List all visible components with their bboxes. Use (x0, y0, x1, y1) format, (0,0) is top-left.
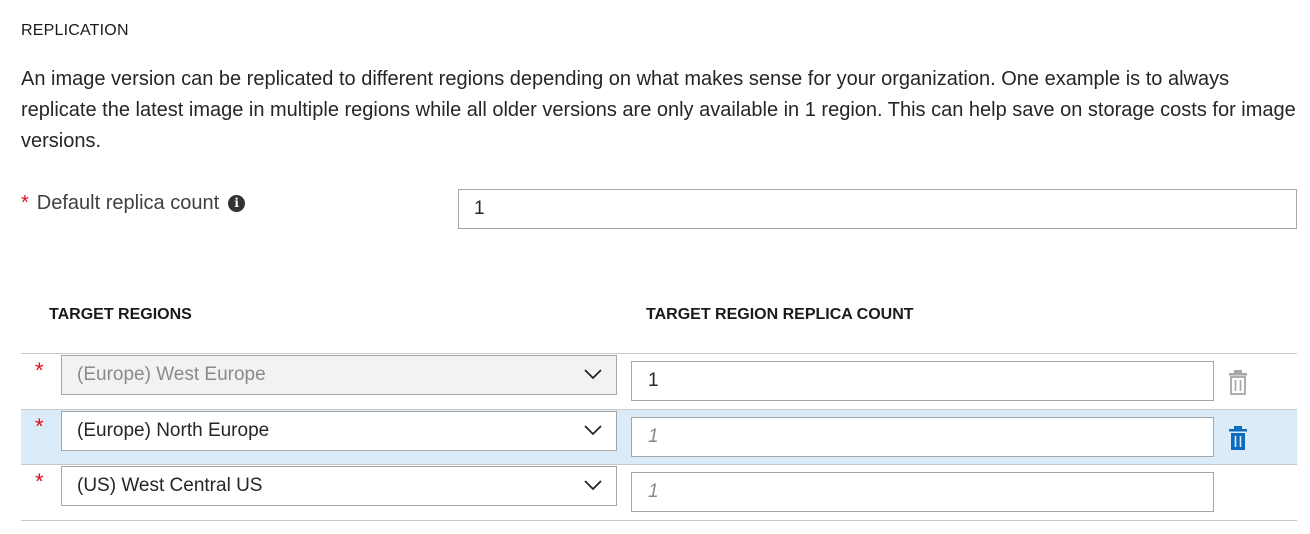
replica-count-input[interactable]: 1 (631, 417, 1214, 457)
region-select-value: (Europe) North Europe (77, 420, 270, 441)
region-select-value: (Europe) West Europe (77, 364, 266, 385)
required-marker: * (21, 192, 29, 214)
replica-count-value: 1 (648, 370, 659, 391)
required-marker: * (35, 358, 44, 383)
table-row: * (Europe) West Europe 1 (21, 353, 1297, 409)
default-replica-input[interactable] (458, 189, 1297, 229)
replica-count-placeholder: 1 (648, 426, 659, 447)
required-marker: * (35, 414, 44, 439)
trash-icon[interactable] (1228, 369, 1248, 395)
region-select-value: (US) West Central US (77, 475, 263, 496)
target-region-replica-count-header: TARGET REGION REPLICA COUNT (646, 306, 914, 323)
required-marker: * (35, 469, 44, 494)
region-select[interactable]: (Europe) North Europe (61, 411, 617, 451)
region-select[interactable]: (US) West Central US (61, 466, 617, 506)
region-select[interactable]: (Europe) West Europe (61, 355, 617, 395)
replica-count-input[interactable]: 1 (631, 472, 1214, 512)
replica-count-placeholder: 1 (648, 481, 659, 502)
target-regions-header: TARGET REGIONS (49, 306, 192, 323)
replica-count-input[interactable]: 1 (631, 361, 1214, 401)
default-replica-label: * Default replica count i (21, 192, 246, 215)
trash-icon[interactable] (1228, 425, 1248, 451)
section-description: An image version can be replicated to di… (21, 68, 1296, 152)
table-row: * (US) West Central US 1 (21, 465, 1297, 521)
chevron-down-icon (584, 480, 602, 491)
info-icon[interactable]: i (228, 195, 246, 212)
chevron-down-icon (584, 425, 602, 436)
table-row: * (Europe) North Europe 1 (21, 409, 1297, 465)
chevron-down-icon (584, 369, 602, 380)
default-replica-label-text: Default replica count (36, 192, 220, 214)
section-header: REPLICATION (21, 22, 129, 39)
